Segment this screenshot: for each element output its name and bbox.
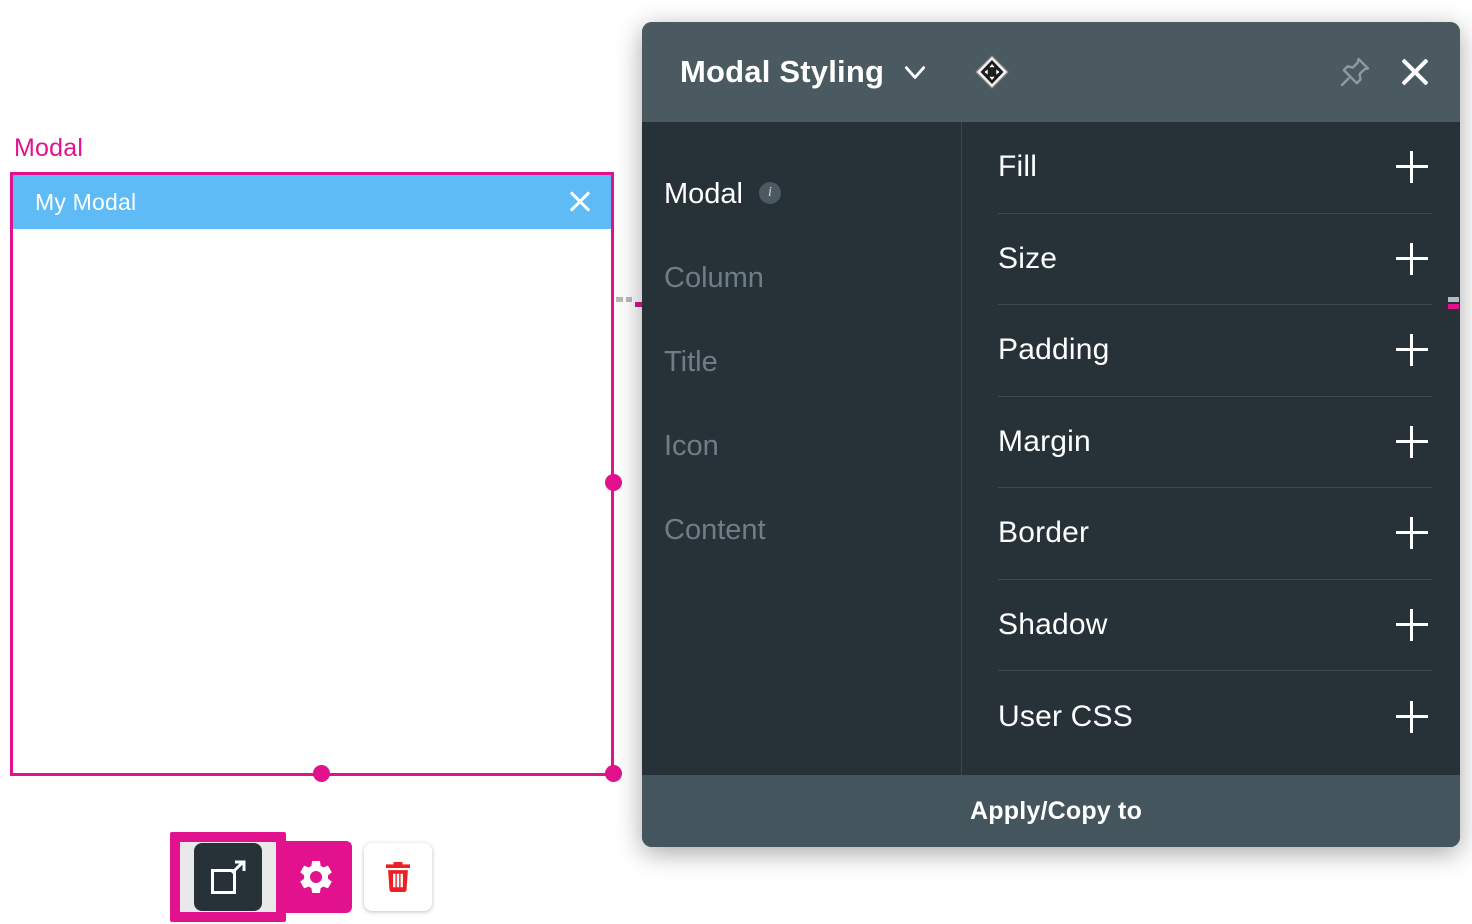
plus-icon[interactable] — [1396, 425, 1428, 458]
move-cursor-icon — [975, 55, 1009, 89]
widget-action-toolbar — [170, 832, 432, 922]
resize-handle-right[interactable] — [605, 474, 622, 491]
property-label: Size — [998, 241, 1058, 275]
apply-copy-to-label: Apply/Copy to — [970, 796, 1143, 825]
pin-icon[interactable] — [1338, 55, 1372, 89]
property-label: Border — [998, 516, 1090, 550]
panel-main: Modal i Column Title Icon Content Fill S… — [642, 122, 1460, 775]
open-button-highlight — [170, 832, 286, 922]
property-row-padding[interactable]: Padding — [998, 305, 1432, 397]
property-row-fill[interactable]: Fill — [998, 122, 1432, 214]
app-root: Modal My Modal Modal Styling Modal i Col… — [0, 0, 1472, 924]
info-icon[interactable]: i — [759, 182, 781, 204]
delete-button[interactable] — [364, 843, 432, 911]
sidebar-item-label: Icon — [664, 429, 719, 462]
chevron-down-icon[interactable] — [902, 59, 928, 85]
widget-selection-label: Modal — [14, 134, 84, 162]
plus-icon[interactable] — [1396, 608, 1428, 641]
sidebar-item-label: Content — [664, 513, 766, 546]
open-button-inner — [180, 842, 276, 912]
trash-icon — [386, 862, 410, 892]
panel-title: Modal Styling — [680, 54, 885, 89]
sidebar-item-title[interactable]: Title — [664, 320, 961, 404]
gear-icon — [300, 860, 332, 894]
sidebar-item-label: Modal — [664, 177, 743, 210]
external-link-arrow-icon — [230, 860, 246, 875]
settings-button[interactable] — [280, 841, 352, 913]
sidebar-item-column[interactable]: Column — [664, 236, 961, 320]
resize-handle-bottom-right[interactable] — [605, 765, 622, 782]
property-label: Margin — [998, 424, 1091, 458]
panel-header[interactable]: Modal Styling — [642, 22, 1460, 122]
property-label: Fill — [998, 150, 1038, 184]
property-row-size[interactable]: Size — [998, 214, 1432, 305]
modal-styling-panel[interactable]: Modal Styling Modal i Column Title Icon … — [642, 22, 1460, 847]
sidebar-item-content[interactable]: Content — [664, 488, 961, 572]
external-link-icon — [211, 860, 246, 894]
property-row-margin[interactable]: Margin — [998, 397, 1432, 488]
property-row-border[interactable]: Border — [998, 488, 1432, 580]
property-label: Shadow — [998, 607, 1108, 641]
close-x-icon[interactable] — [565, 187, 595, 217]
sidebar-item-label: Column — [664, 261, 764, 294]
panel-close-button[interactable] — [1398, 55, 1432, 89]
open-modal-button[interactable] — [194, 843, 262, 911]
resize-handle-bottom[interactable] — [313, 765, 330, 782]
style-property-list: Fill Size Padding Margin Border Shadow U… — [962, 122, 1460, 775]
plus-icon[interactable] — [1396, 151, 1428, 184]
modal-preview-body — [13, 229, 611, 773]
plus-icon[interactable] — [1396, 334, 1428, 367]
sidebar-item-modal[interactable]: Modal i — [664, 152, 961, 236]
canvas-edge-grip[interactable] — [616, 297, 643, 307]
plus-icon[interactable] — [1396, 242, 1428, 275]
apply-copy-to-bar[interactable]: Apply/Copy to — [642, 775, 1460, 847]
panel-edge-grip[interactable] — [1448, 297, 1472, 309]
property-row-shadow[interactable]: Shadow — [998, 580, 1432, 671]
sidebar-item-icon[interactable]: Icon — [664, 404, 961, 488]
property-row-user-css[interactable]: User CSS — [998, 671, 1432, 763]
modal-preview-titlebar: My Modal — [13, 175, 611, 229]
panel-sidebar: Modal i Column Title Icon Content — [642, 122, 962, 775]
modal-preview-title: My Modal — [35, 188, 137, 215]
property-label: User CSS — [998, 699, 1133, 733]
sidebar-item-label: Title — [664, 345, 718, 378]
plus-icon[interactable] — [1396, 517, 1428, 550]
modal-widget-preview[interactable]: My Modal — [10, 172, 614, 776]
plus-icon[interactable] — [1396, 700, 1428, 733]
property-label: Padding — [998, 333, 1110, 367]
